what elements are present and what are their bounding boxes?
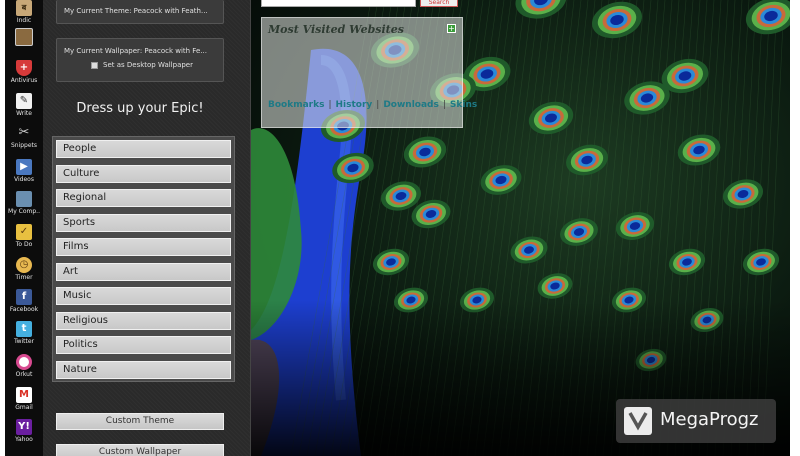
scissors-icon: ✂	[18, 125, 30, 140]
sidebar-item-label: Write	[16, 110, 32, 117]
sidebar-item-label: Indic	[16, 17, 32, 24]
most-visited-widget: Most Visited Websites + Bookmarks | Histor…	[261, 17, 477, 128]
sidebar-item-label: Orkut	[15, 371, 33, 378]
megaprogz-logo-icon	[624, 407, 652, 435]
sidebar-item-yahoo[interactable]: Y! Yahoo	[5, 419, 43, 444]
current-wallpaper-label: My Current Wallpaper: Peacock with Fe...	[64, 47, 207, 55]
category-regional[interactable]: Regional	[56, 189, 231, 207]
sidebar-item-label: Facebook	[9, 306, 39, 313]
category-religious[interactable]: Religious	[56, 311, 231, 330]
category-politics[interactable]: Politics	[56, 336, 231, 354]
sidebar-item-orkut[interactable]: Orkut	[5, 354, 43, 379]
sidebar-item-label: My Comp..	[8, 208, 40, 215]
search-input[interactable]	[261, 0, 416, 7]
todo-icon: ✓	[16, 224, 32, 240]
theme-panel: My Current Theme: Peacock with Feath... …	[43, 0, 251, 456]
antivirus-shield-icon: +	[16, 60, 32, 76]
set-desktop-checkbox[interactable]	[91, 62, 98, 69]
current-theme-box[interactable]: My Current Theme: Peacock with Feath...	[56, 0, 224, 24]
watermark: MegaProgz	[616, 399, 776, 443]
sidebar-item-label: Gmail	[15, 404, 33, 411]
add-site-button[interactable]: +	[447, 24, 456, 33]
dress-up-title: Dress up your Epic!	[76, 101, 204, 116]
category-art[interactable]: Art	[56, 262, 231, 281]
sidebar-item-theme[interactable]	[5, 28, 43, 46]
sidebar-item-antivirus[interactable]: + Antivirus	[5, 60, 43, 85]
computer-icon	[16, 191, 32, 207]
category-culture[interactable]: Culture	[56, 164, 231, 183]
timer-icon: ◷	[16, 257, 32, 273]
sidebar-item-label: Snippets	[10, 142, 38, 149]
sidebar-item-timer[interactable]: ◷ Timer	[5, 257, 43, 282]
skins-link[interactable]: Skins	[450, 100, 477, 110]
sidebar-item-twitter[interactable]: t Twitter	[5, 321, 43, 346]
yahoo-icon: Y!	[16, 419, 32, 435]
most-visited-title: Most Visited Websites	[268, 23, 404, 36]
category-nature[interactable]: Nature	[56, 360, 231, 379]
sidebar-item-gmail[interactable]: M Gmail	[5, 387, 43, 412]
current-wallpaper-box: My Current Wallpaper: Peacock with Fe...…	[56, 38, 224, 82]
custom-wallpaper-button[interactable]: Custom Wallpaper	[56, 444, 224, 456]
category-music[interactable]: Music	[56, 287, 231, 305]
sidebar-item-label: Yahoo	[15, 436, 33, 443]
most-visited-links: Bookmarks | History | Downloads | Skins	[268, 100, 478, 110]
theme-icon	[15, 28, 33, 46]
bookmarks-link[interactable]: Bookmarks	[268, 100, 324, 110]
set-desktop-label[interactable]: Set as Desktop Wallpaper	[103, 61, 193, 69]
sidebar-item-facebook[interactable]: f Facebook	[5, 289, 43, 314]
category-sports[interactable]: Sports	[56, 213, 231, 232]
indic-icon: ब	[16, 0, 32, 16]
video-icon: ▶	[16, 159, 32, 175]
sidebar-item-indic[interactable]: ब Indic	[5, 0, 43, 25]
sidebar-icon-bar: ब Indic + Antivirus ✎ Write ✂ Snippets ▶…	[5, 0, 43, 456]
category-people[interactable]: People	[56, 140, 231, 158]
category-list: People Culture Regional Sports Films Art…	[52, 136, 235, 382]
search-button[interactable]: Search	[420, 0, 458, 7]
sidebar-item-label: Twitter	[13, 338, 35, 345]
sidebar-item-snippets[interactable]: ✂ Snippets	[5, 125, 43, 150]
write-icon: ✎	[16, 93, 32, 109]
watermark-text: MegaProgz	[660, 409, 759, 430]
sidebar-item-todo[interactable]: ✓ To Do	[5, 224, 43, 249]
orkut-icon	[16, 354, 32, 370]
sidebar-item-label: Videos	[14, 176, 34, 183]
history-link[interactable]: History	[336, 100, 373, 110]
gmail-icon: M	[16, 387, 32, 403]
sidebar-item-write[interactable]: ✎ Write	[5, 93, 43, 118]
sidebar-item-label: Timer	[15, 274, 33, 281]
category-films[interactable]: Films	[56, 238, 231, 256]
sidebar-item-label: To Do	[15, 241, 33, 248]
twitter-icon: t	[16, 321, 32, 337]
downloads-link[interactable]: Downloads	[383, 100, 439, 110]
current-theme-label: My Current Theme: Peacock with Feath...	[64, 7, 208, 15]
sidebar-item-videos[interactable]: ▶ Videos	[5, 159, 43, 184]
facebook-icon: f	[16, 289, 32, 305]
sidebar-item-my-computer[interactable]: My Comp..	[5, 191, 43, 216]
custom-theme-button[interactable]: Custom Theme	[56, 413, 224, 430]
app-window: ब Indic + Antivirus ✎ Write ✂ Snippets ▶…	[0, 0, 800, 456]
sidebar-item-label: Antivirus	[10, 77, 38, 84]
window-right-edge	[790, 0, 800, 456]
